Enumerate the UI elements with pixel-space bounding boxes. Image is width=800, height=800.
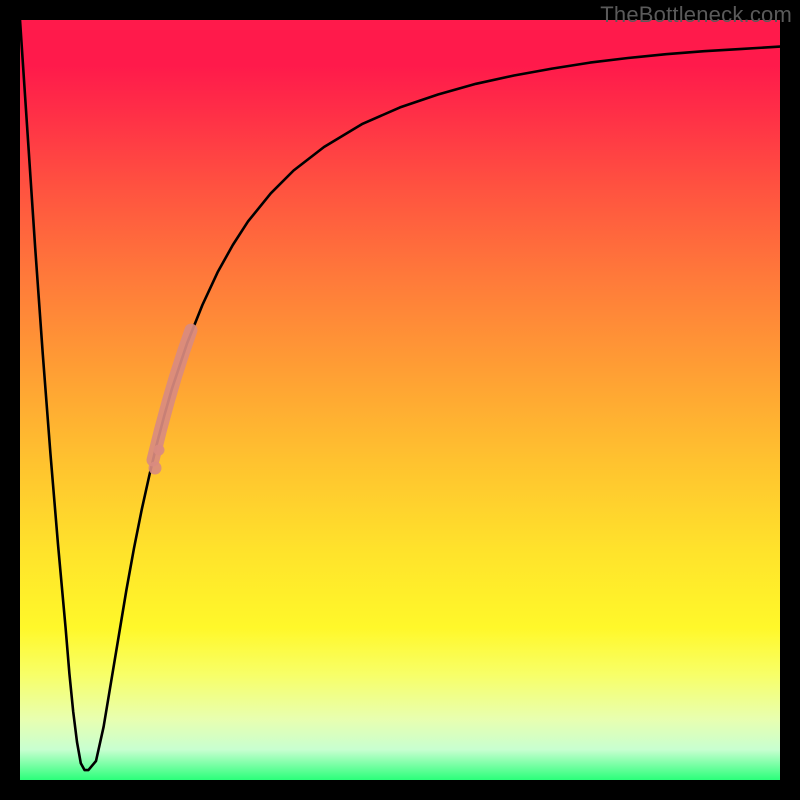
bottleneck-curve [20, 20, 780, 770]
highlight-dot-lower [149, 462, 162, 475]
curve-layer [20, 20, 780, 780]
watermark-text: TheBottleneck.com [600, 2, 792, 28]
chart-frame: TheBottleneck.com [0, 0, 800, 800]
highlight-dot-gap [154, 445, 165, 456]
highlight-segment [153, 330, 191, 460]
plot-area [20, 20, 780, 780]
